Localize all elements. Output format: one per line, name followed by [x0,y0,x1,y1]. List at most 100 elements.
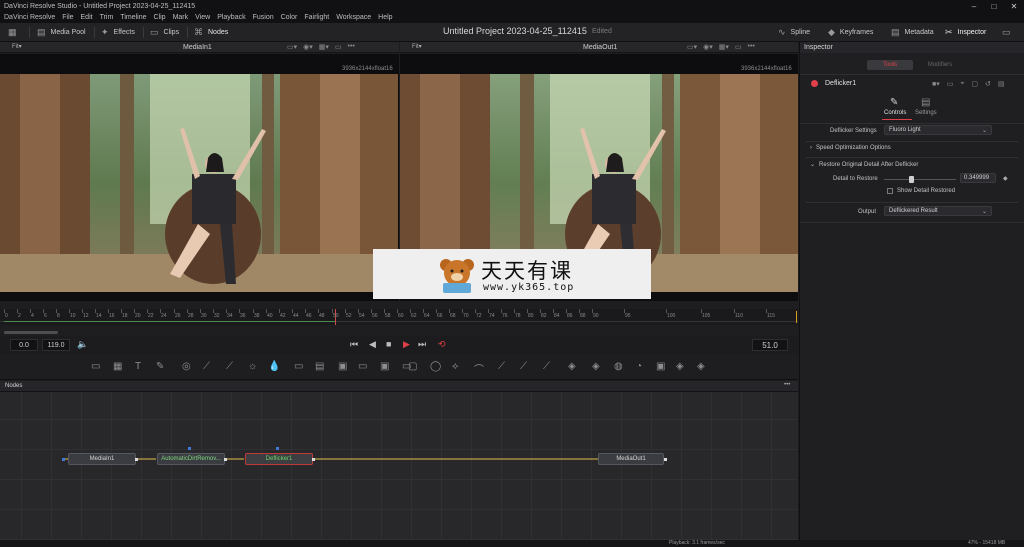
audio-icon[interactable]: 🔈 [77,339,88,350]
detail-slider-handle[interactable] [909,176,914,183]
node-editor[interactable]: MediaIn1 AutomaticDirtRemov... Deflicker… [0,392,798,540]
spotlight-icon[interactable]: ◈ [697,361,705,372]
close-icon[interactable]: ✕ [1004,2,1024,11]
rectangle-mask-icon[interactable]: ▢ [408,361,417,372]
viewer-right-fit[interactable]: Fit▾ [412,43,422,50]
controls-icon[interactable]: ✎ [890,97,898,108]
output-dropdown[interactable]: Deflickered Result ⌄ [884,206,992,216]
inspector-button[interactable]: ✂ Inspector [945,23,986,42]
brightness-icon[interactable]: ☼ [248,361,257,372]
ruler-tick [514,309,515,313]
inspector-node-controls[interactable]: ■▾ ▭ ⌖ ▢ ↺ ▤ [932,80,1004,88]
text-icon[interactable]: T [135,361,141,372]
monitor-icon[interactable]: ▭ [1002,23,1016,42]
menu-item-edit[interactable]: Edit [81,14,93,21]
node-deflicker1[interactable]: Deflicker1 [245,453,313,465]
node-automatic-dirt-removal[interactable]: AutomaticDirtRemov... [157,453,225,465]
shader-icon[interactable]: ◈ [592,361,600,372]
transform-icon[interactable]: ▭ [358,361,367,372]
ruler-tick [134,309,135,313]
ruler-tick [305,309,306,313]
show-detail-checkbox[interactable] [887,188,893,194]
keyframe-icon[interactable]: ◆ [1003,175,1008,182]
speed-optimization-section[interactable]: › Speed Optimization Options [810,145,891,151]
particle-icon[interactable]: ◎ [182,361,191,372]
node-mediaout1[interactable]: MediaOut1 [598,453,664,465]
merge3d-icon[interactable]: ▣ [656,361,665,372]
loader-icon[interactable]: ▤ [315,361,324,372]
renderer-icon[interactable]: ◍ [614,361,623,372]
go-to-end-icon[interactable]: ⏭ [418,339,426,350]
menu-item-mark[interactable]: Mark [173,14,189,21]
bspline-mask-icon[interactable]: ⌒ [474,361,484,376]
effects-button[interactable]: ✦ Effects [101,23,135,42]
go-to-start-icon[interactable]: ⏮ [350,339,358,350]
subtab-settings[interactable]: Settings [915,110,937,116]
shape3d-icon[interactable]: ◔ [636,361,642,372]
fusion-tools-strip: ▭ ▦ T ✎ ◎ ⟋ ⟋ ☼ 💧 ▭ ▤ ▣ ▭ ▣ ▭ ▢ ◯ ⟡ ⌒ ⟋ ⟋ ⟋ ◈ ◈ ◍ ◔ ▣ ◈ ◈ [0,356,798,380]
ruler-tick [4,309,5,313]
keyframes-button[interactable]: ◆ Keyframes [828,23,873,42]
image-plane-icon[interactable]: ◈ [676,361,684,372]
menu-item-fusion[interactable]: Fusion [253,14,274,21]
current-frame-field[interactable]: 51.0 [752,339,788,351]
tracker-icon[interactable]: ⟋ [498,361,505,372]
planar-icon[interactable]: ⟋ [520,361,527,372]
menu-item-file[interactable]: File [62,14,73,21]
menu-item-fairlight[interactable]: Fairlight [304,14,329,21]
color-corrector-icon[interactable]: ⟋ [226,361,233,372]
blur-icon[interactable]: ⟋ [203,361,210,372]
menu-item-view[interactable]: View [195,14,210,21]
render-start-field[interactable]: 0.0 [10,339,38,351]
menu-item-help[interactable]: Help [378,14,392,21]
nodes-panel-more-button[interactable]: ••• [784,382,790,388]
timeline-scrollbar[interactable] [4,331,58,334]
spline-button[interactable]: ∿ Spline [778,23,810,42]
settings-icon[interactable]: ▤ [921,97,930,108]
play-reverse-icon[interactable]: ◀ [369,339,376,350]
subtab-controls[interactable]: Controls [884,110,906,116]
maximize-icon[interactable]: □ [984,2,1004,11]
viewer-right-controls[interactable]: ▭▾ ◉▾ ▦▾ ▭ ••• [687,43,755,51]
restore-detail-section[interactable]: ⌄ Restore Original Detail After Deflicker [810,161,918,168]
viewer-left-controls[interactable]: ▭▾ ◉▾ ▦▾ ▭ ••• [287,43,355,51]
menu-item-timeline[interactable]: Timeline [120,14,146,21]
menu-item-clip[interactable]: Clip [154,14,166,21]
viewer-left[interactable]: 3936x2144xfloat16 [0,54,399,301]
merge-icon[interactable]: ▭ [294,361,303,372]
render-end-field[interactable]: 119.0 [42,339,70,351]
drop-icon[interactable]: 💧 [268,361,280,372]
saver-icon[interactable]: ▣ [338,361,347,372]
timeline-ruler[interactable]: 0 2 4 6 8 10 12 14 16 18 20 22 24 26 28 30 32 34 36 38 40 42 4… [0,309,798,325]
expand-icon[interactable]: ▦ [8,23,22,42]
camera-icon[interactable]: ⟋ [543,361,550,372]
loop-icon[interactable]: ⟲ [438,339,446,350]
menu-item-color[interactable]: Color [281,14,298,21]
menu-item-trim[interactable]: Trim [100,14,114,21]
minimize-icon[interactable]: – [964,2,984,11]
tab-modifiers[interactable]: Modifiers [917,60,963,70]
node-mediain1[interactable]: MediaIn1 [68,453,136,465]
deflicker-settings-dropdown[interactable]: Fluoro Light ⌄ [884,125,992,135]
detail-slider-track[interactable] [884,179,956,180]
resize-icon[interactable]: ▣ [380,361,389,372]
media-pool-button[interactable]: ▤ Media Pool [37,23,86,42]
tab-tools[interactable]: Tools [867,60,913,70]
brush-icon[interactable]: ✎ [156,361,164,372]
clips-button[interactable]: ▭ Clips [150,23,179,42]
menu-item-workspace[interactable]: Workspace [336,14,371,21]
paint-icon[interactable]: ▦ [113,361,122,372]
node-enable-toggle[interactable] [811,80,818,87]
nodes-button[interactable]: ⌘ Nodes [194,23,228,42]
menu-item-davinci-resolve[interactable]: DaVinci Resolve [4,14,55,21]
ellipse-mask-icon[interactable]: ◯ [430,361,441,372]
play-icon[interactable]: ▶ [403,339,410,350]
stop-icon[interactable]: ■ [386,339,391,349]
polygon-mask-icon[interactable]: ⟡ [452,361,459,372]
detail-value-field[interactable]: 0.349999 [960,173,996,183]
background-icon[interactable]: ▭ [91,361,100,372]
metadata-button[interactable]: ▤ Metadata [891,23,934,42]
light-icon[interactable]: ◈ [568,361,576,372]
viewer-left-fit[interactable]: Fit▾ [12,43,22,50]
menu-item-playback[interactable]: Playback [217,14,245,21]
